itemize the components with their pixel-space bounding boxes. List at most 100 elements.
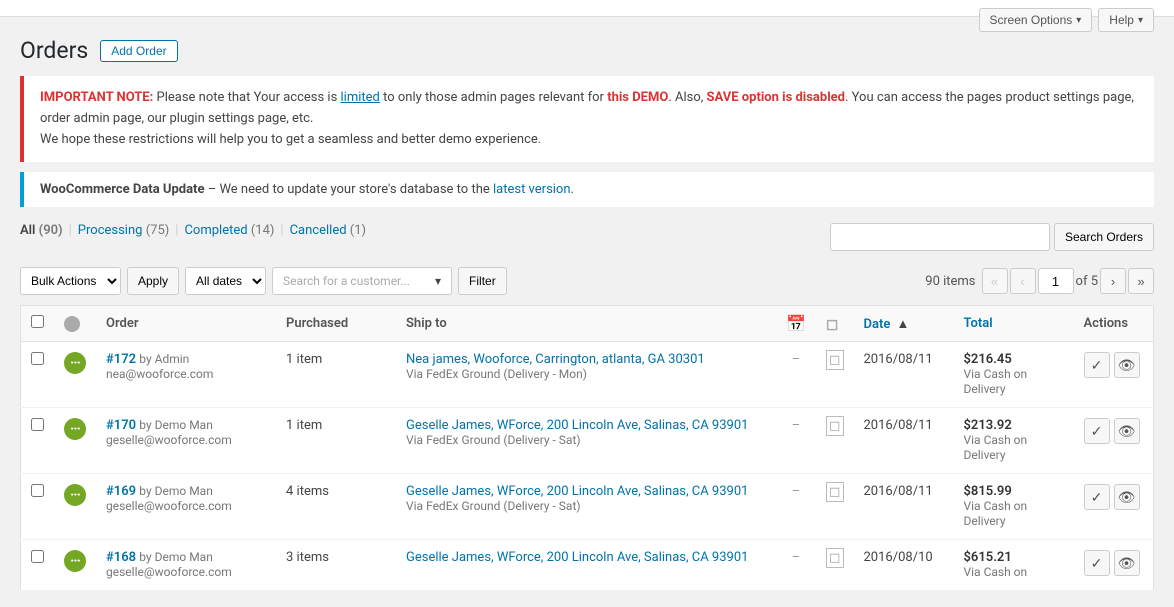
search-orders-input[interactable] [830,223,1050,251]
select-all-checkbox[interactable] [31,315,44,328]
status-dot: ··· [64,352,86,374]
pagination-last[interactable]: » [1128,268,1154,294]
pagination-prev[interactable]: ‹ [1010,268,1036,294]
row-checkbox[interactable] [31,484,44,497]
add-order-button[interactable]: Add Order [100,40,177,62]
row-total-cell: $615.21 Via Cash on [954,540,1074,591]
row-icon2-cell: ◻ [816,342,854,408]
icon-col-header1: 📅 [776,306,816,342]
order-id-link[interactable]: #168 [106,550,136,565]
row-total-cell: $815.99 Via Cash on Delivery [954,474,1074,540]
customer-search-dropdown[interactable]: Search for a customer... ▾ [272,267,452,295]
filter-tab-completed[interactable]: Completed (14) [184,223,274,238]
payment-method: Via Cash on [964,565,1028,579]
pagination: « ‹ of 5 › » [982,268,1154,294]
page-title: Orders [20,37,88,64]
order-email: geselle@wooforce.com [106,565,266,579]
icon1-dash: – [792,418,801,433]
screen-options-button[interactable]: Screen Options [979,8,1093,32]
view-order-button[interactable]: 👁 [1114,352,1140,378]
help-button[interactable]: Help [1098,8,1154,32]
row-shipto-cell: Geselle James, WForce, 200 Lincoln Ave, … [396,408,776,474]
calendar-icon: 📅 [786,314,806,333]
order-total: $815.99 [964,484,1012,499]
status-dot: ··· [64,550,86,572]
complete-order-button[interactable]: ✓ [1084,352,1110,378]
actions-header: Actions [1074,306,1154,342]
total-header[interactable]: Total [954,306,1074,342]
ship-via: Via FedEx Ground (Delivery - Mon) [406,367,587,381]
search-orders-button[interactable]: Search Orders [1054,223,1154,251]
table-row: ··· #170 by Demo Man geselle@wooforce.co… [21,408,1154,474]
table-row: ··· #172 by Admin nea@wooforce.com 1 ite… [21,342,1154,408]
row-actions-cell: ✓ 👁 [1074,474,1154,540]
pagination-page-input[interactable] [1038,268,1074,294]
filter-tab-processing[interactable]: Processing (75) [78,223,169,238]
order-total: $213.92 [964,418,1012,433]
box-icon: ◻ [826,315,838,333]
row-order-cell: #172 by Admin nea@wooforce.com [96,342,276,408]
pagination-first[interactable]: « [982,268,1008,294]
order-by: by Demo Man [139,550,213,564]
row-total-cell: $216.45 Via Cash on Delivery [954,342,1074,408]
update-notice-link[interactable]: latest version [493,182,571,197]
order-id-link[interactable]: #172 [106,352,136,367]
complete-order-button[interactable]: ✓ [1084,550,1110,576]
pagination-next[interactable]: › [1100,268,1126,294]
purchased-count: 3 items [286,550,329,565]
view-order-button[interactable]: 👁 [1114,418,1140,444]
filter-tabs: All (90) | Processing (75) | Completed (… [20,223,366,238]
order-date: 2016/08/11 [864,418,933,433]
row-checkbox-cell[interactable] [21,540,55,591]
row-checkbox[interactable] [31,550,44,563]
bulk-actions-select[interactable]: Bulk Actions [20,267,121,295]
row-total-cell: $213.92 Via Cash on Delivery [954,408,1074,474]
status-dots-icon: ··· [70,487,80,503]
row-checkbox-cell[interactable] [21,474,55,540]
row-purchased-cell: 1 item [276,408,396,474]
row-purchased-cell: 1 item [276,342,396,408]
row-action-buttons: ✓ 👁 [1084,352,1144,378]
table-row: ··· #169 by Demo Man geselle@wooforce.co… [21,474,1154,540]
row-checkbox[interactable] [31,352,44,365]
orders-table: Order Purchased Ship to 📅 ◻ Date ▲ Total… [20,305,1154,591]
row-date-cell: 2016/08/11 [854,342,954,408]
date-header[interactable]: Date ▲ [854,306,954,342]
filter-tab-all[interactable]: All (90) [20,223,63,238]
row-checkbox-cell[interactable] [21,408,55,474]
row-checkbox-cell[interactable] [21,342,55,408]
customer-search-arrow: ▾ [435,274,441,288]
ship-to-link[interactable]: Geselle James, WForce, 200 Lincoln Ave, … [406,550,748,565]
order-by: by Demo Man [139,418,213,432]
row-status-cell: ··· [54,342,96,408]
purchased-count: 1 item [286,418,322,433]
row-checkbox[interactable] [31,418,44,431]
filter-button[interactable]: Filter [458,267,507,295]
purchased-count: 1 item [286,352,322,367]
icon1-dash: – [792,550,801,565]
order-email: nea@wooforce.com [106,367,266,381]
ship-to-link[interactable]: Geselle James, WForce, 200 Lincoln Ave, … [406,418,748,433]
complete-order-button[interactable]: ✓ [1084,484,1110,510]
icon1-dash: – [792,484,801,499]
filter-tab-cancelled[interactable]: Cancelled (1) [290,223,366,238]
order-id-link[interactable]: #170 [106,418,136,433]
row-status-cell: ··· [54,408,96,474]
view-order-button[interactable]: 👁 [1114,484,1140,510]
dates-select[interactable]: All dates [185,267,266,295]
status-dots-icon: ··· [70,355,80,371]
view-order-button[interactable]: 👁 [1114,550,1140,576]
ship-to-link[interactable]: Geselle James, WForce, 200 Lincoln Ave, … [406,484,748,499]
apply-button[interactable]: Apply [127,267,179,295]
update-notice-text: WooCommerce Data Update – We need to upd… [40,182,574,197]
row-icon1-cell: – [776,408,816,474]
order-id-link[interactable]: #169 [106,484,136,499]
complete-order-button[interactable]: ✓ [1084,418,1110,444]
ship-to-link[interactable]: Nea james, Wooforce, Carrington, atlanta… [406,352,705,367]
row-date-cell: 2016/08/11 [854,408,954,474]
search-box: Search Orders [830,223,1154,251]
box-icon-row: ◻ [826,548,844,568]
order-total: $615.21 [964,550,1012,565]
status-dots-icon: ··· [70,553,80,569]
row-icon1-cell: – [776,474,816,540]
